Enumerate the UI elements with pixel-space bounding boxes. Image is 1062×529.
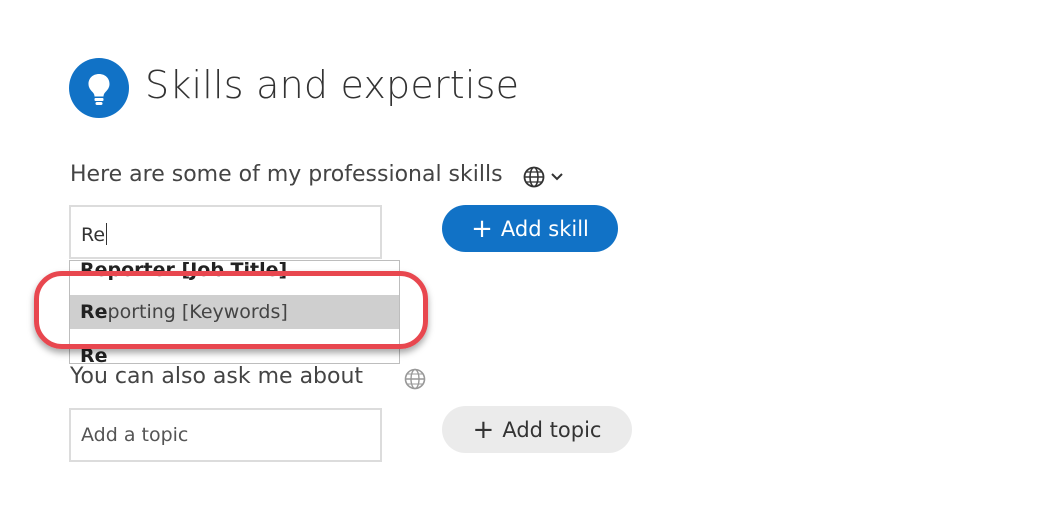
suggestion-match: Re [80, 345, 108, 364]
chevron-down-icon [551, 173, 563, 181]
skill-input-value: Re [81, 224, 106, 246]
suggestion-text: porting [Keywords] [107, 301, 288, 323]
suggestion-item[interactable]: Reporter [Job Title] [70, 260, 399, 287]
suggestion-item-selected[interactable]: Reporting [Keywords] [70, 295, 399, 329]
add-topic-button[interactable]: + Add topic [442, 406, 632, 453]
page-title: Skills and expertise [145, 63, 520, 107]
text-caret [106, 223, 108, 245]
topics-label: You can also ask me about [70, 364, 364, 389]
suggestion-match: Re [80, 260, 108, 281]
add-topic-label: Add topic [502, 417, 602, 442]
skills-page: Skills and expertise Here are some of my… [0, 0, 1062, 529]
suggestion-item[interactable]: Re [70, 339, 399, 364]
add-skill-button[interactable]: + Add skill [442, 205, 618, 252]
skill-suggestions-dropdown: Reporter [Job Title] Reporting [Keywords… [69, 260, 400, 364]
globe-icon [523, 166, 563, 188]
skill-input[interactable]: Re [69, 205, 382, 259]
suggestion-text: porter [Job Title] [107, 260, 288, 281]
topic-input-wrapper [69, 408, 382, 462]
skills-label: Here are some of my professional skills [70, 162, 503, 187]
topic-input[interactable] [81, 410, 370, 460]
globe-icon [403, 367, 427, 391]
suggestion-match: Re [80, 301, 108, 323]
skills-language-dropdown[interactable] [521, 164, 571, 190]
plus-icon: + [471, 213, 493, 244]
add-skill-label: Add skill [500, 216, 589, 241]
lightbulb-icon [69, 58, 129, 118]
plus-icon: + [472, 414, 495, 445]
